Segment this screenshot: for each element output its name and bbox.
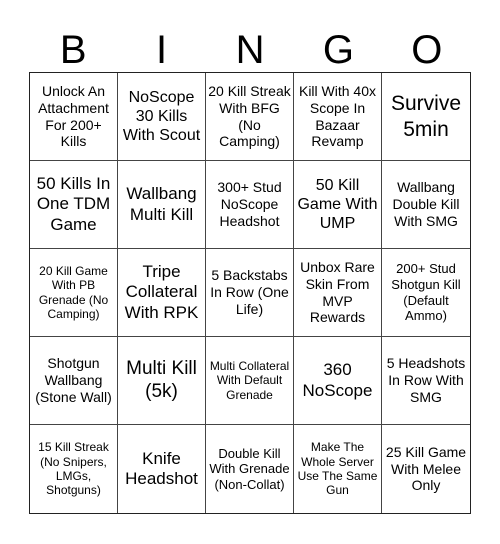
- bingo-grid: Unlock An Attachment For 200+ Kills NoSc…: [29, 72, 471, 514]
- bingo-cell[interactable]: Unlock An Attachment For 200+ Kills: [30, 73, 118, 161]
- bingo-cell[interactable]: Multi Collateral With Default Grenade: [206, 337, 294, 425]
- bingo-cell[interactable]: 200+ Stud Shotgun Kill (Default Ammo): [382, 249, 470, 337]
- bingo-cell[interactable]: Survive 5min: [382, 73, 470, 161]
- bingo-cell[interactable]: Shotgun Wallbang (Stone Wall): [30, 337, 118, 425]
- bingo-cell[interactable]: Kill With 40x Scope In Bazaar Revamp: [294, 73, 382, 161]
- bingo-cell[interactable]: 20 Kill Streak With BFG (No Camping): [206, 73, 294, 161]
- bingo-cell[interactable]: 300+ Stud NoScope Headshot: [206, 161, 294, 249]
- bingo-cell[interactable]: 20 Kill Game With PB Grenade (No Camping…: [30, 249, 118, 337]
- header-letter-n: N: [235, 28, 265, 72]
- bingo-cell[interactable]: Tripe Collateral With RPK: [118, 249, 206, 337]
- bingo-cell[interactable]: 5 Backstabs In Row (One Life): [206, 249, 294, 337]
- bingo-cell[interactable]: NoScope 30 Kills With Scout: [118, 73, 206, 161]
- bingo-header: B I N G O: [29, 28, 471, 72]
- bingo-cell[interactable]: 15 Kill Streak (No Snipers, LMGs, Shotgu…: [30, 425, 118, 513]
- bingo-cell[interactable]: 50 Kills In One TDM Game: [30, 161, 118, 249]
- bingo-cell[interactable]: 25 Kill Game With Melee Only: [382, 425, 470, 513]
- bingo-cell[interactable]: Multi Kill (5k): [118, 337, 206, 425]
- bingo-cell[interactable]: 5 Headshots In Row With SMG: [382, 337, 470, 425]
- bingo-cell[interactable]: Knife Headshot: [118, 425, 206, 513]
- header-letter-g: G: [322, 28, 354, 72]
- bingo-cell[interactable]: Double Kill With Grenade (Non-Collat): [206, 425, 294, 513]
- bingo-cell[interactable]: 360 NoScope: [294, 337, 382, 425]
- bingo-cell[interactable]: 50 Kill Game With UMP: [294, 161, 382, 249]
- bingo-cell[interactable]: Wallbang Double Kill With SMG: [382, 161, 470, 249]
- header-letter-i: I: [156, 28, 168, 72]
- bingo-cell[interactable]: Unbox Rare Skin From MVP Rewards: [294, 249, 382, 337]
- bingo-cell[interactable]: Make The Whole Server Use The Same Gun: [294, 425, 382, 513]
- header-letter-o: O: [411, 28, 443, 72]
- header-letter-b: B: [59, 28, 87, 72]
- bingo-cell[interactable]: Wallbang Multi Kill: [118, 161, 206, 249]
